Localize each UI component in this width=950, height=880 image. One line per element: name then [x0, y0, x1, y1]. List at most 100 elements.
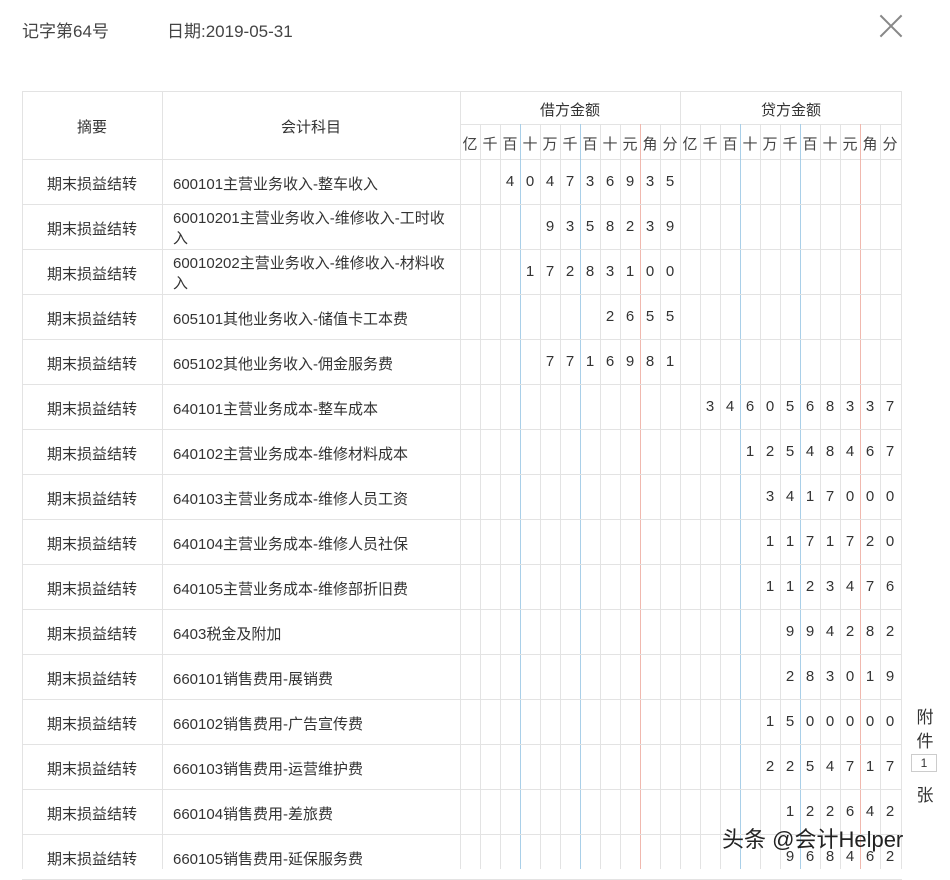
debit-digit: 8 [645, 353, 655, 370]
row-account: 640103主营业务成本-维修人员工资 [173, 491, 409, 508]
credit-digit: 7 [885, 443, 895, 460]
debit-digit: 6 [605, 173, 615, 190]
credit-digit: 6 [885, 578, 895, 595]
row-separator [22, 294, 902, 295]
debit-digit-line-6 [580, 124, 581, 869]
credit-digit: 4 [865, 803, 875, 820]
debit-unit-10: 分 [662, 136, 678, 153]
attachment-count-input[interactable]: 1 [911, 754, 937, 772]
credit-digit: 7 [825, 488, 835, 505]
row-account: 660105销售费用-延保服务费 [173, 851, 364, 868]
debit-digit: 1 [665, 353, 675, 370]
credit-digit: 5 [785, 713, 795, 730]
debit-digit: 6 [625, 308, 635, 325]
credit-digit: 0 [885, 488, 895, 505]
debit-digit: 9 [625, 173, 635, 190]
row-account: 660103销售费用-运营维护费 [173, 761, 364, 778]
credit-digit-line-2 [720, 124, 721, 869]
debit-digit: 1 [525, 263, 535, 280]
credit-digit: 2 [765, 443, 775, 460]
row-account: 6403税金及附加 [173, 626, 282, 643]
credit-digit: 0 [845, 488, 855, 505]
debit-unit-4: 万 [542, 136, 558, 153]
credit-digit: 3 [705, 398, 715, 415]
credit-digit: 9 [885, 668, 895, 685]
credit-digit: 6 [865, 443, 875, 460]
row-summary: 期末损益结转 [46, 806, 137, 823]
credit-unit-6: 百 [802, 136, 818, 153]
debit-digit: 7 [545, 353, 555, 370]
voucher-date: 日期:2019-05-31 [167, 22, 293, 41]
debit-digit: 3 [645, 173, 655, 190]
close-icon[interactable] [876, 11, 906, 41]
credit-digit: 2 [845, 623, 855, 640]
debit-digit: 7 [565, 353, 575, 370]
debit-digit-line-8 [620, 124, 621, 869]
row-separator [22, 699, 902, 700]
row-summary: 期末损益结转 [46, 536, 137, 553]
credit-digit: 2 [805, 578, 815, 595]
debit-digit: 9 [545, 218, 555, 235]
credit-digit: 2 [825, 803, 835, 820]
debit-digit: 5 [665, 173, 675, 190]
credit-digit: 0 [825, 713, 835, 730]
debit-unit-9: 角 [642, 136, 658, 153]
header-debit: 借方金额 [539, 102, 600, 119]
row-separator [22, 339, 902, 340]
debit-digit: 8 [585, 263, 595, 280]
credit-digit: 1 [765, 533, 775, 550]
credit-digit: 2 [805, 803, 815, 820]
credit-unit-4: 万 [762, 136, 778, 153]
row-separator [22, 249, 902, 250]
credit-digit: 2 [885, 803, 895, 820]
credit-digit: 4 [825, 623, 835, 640]
row-separator [22, 519, 902, 520]
row-summary: 期末损益结转 [46, 446, 137, 463]
credit-unit-9: 角 [862, 136, 878, 153]
credit-digit: 6 [845, 803, 855, 820]
credit-unit-3: 十 [742, 136, 758, 153]
row-account: 640102主营业务成本-维修材料成本 [173, 446, 409, 463]
row-account: 60010202主营业务收入-维修收入-材料收 [173, 255, 445, 272]
debit-digit-line-9 [640, 124, 641, 869]
credit-digit: 1 [865, 668, 875, 685]
debit-digit: 2 [565, 263, 575, 280]
debit-unit-5: 千 [562, 136, 578, 153]
debit-digit: 1 [585, 353, 595, 370]
credit-digit: 3 [845, 398, 855, 415]
debit-digit: 3 [565, 218, 575, 235]
credit-digit: 8 [825, 398, 835, 415]
credit-digit: 0 [885, 533, 895, 550]
voucher-number: 记字第64号 [22, 22, 109, 41]
debit-digit: 2 [625, 218, 635, 235]
debit-digit: 9 [625, 353, 635, 370]
row-summary: 期末损益结转 [46, 851, 137, 868]
debit-digit: 5 [585, 218, 595, 235]
credit-digit: 8 [865, 623, 875, 640]
debit-digit-line-7 [600, 124, 601, 869]
debit-digit: 6 [605, 353, 615, 370]
debit-unit-2: 百 [502, 136, 518, 153]
credit-digit: 1 [785, 578, 795, 595]
credit-digit: 0 [765, 398, 775, 415]
credit-digit: 4 [805, 443, 815, 460]
debit-digit-line-5 [560, 124, 561, 869]
credit-digit: 3 [865, 398, 875, 415]
row-summary: 期末损益结转 [46, 176, 137, 193]
row-separator [22, 474, 902, 475]
row-account: 640105主营业务成本-维修部折旧费 [173, 581, 409, 598]
debit-digit-line-10 [660, 124, 661, 869]
header-account: 会计科目 [280, 119, 341, 136]
credit-digit: 7 [885, 758, 895, 775]
attachment-label-bottom: 张 [916, 786, 934, 805]
col-border-summary [162, 91, 163, 869]
debit-digit: 0 [525, 173, 535, 190]
credit-digit: 5 [785, 398, 795, 415]
credit-digit: 0 [845, 668, 855, 685]
debit-digit-line-4 [540, 124, 541, 869]
credit-digit: 1 [865, 758, 875, 775]
header-summary: 摘要 [76, 119, 107, 136]
credit-digit: 3 [825, 668, 835, 685]
credit-digit: 2 [865, 533, 875, 550]
voucher-table: 摘要 会计科目 借方金额 贷方金额亿千百十万千百十元角分亿千百十万千百十元角分期末损益… [22, 91, 902, 880]
